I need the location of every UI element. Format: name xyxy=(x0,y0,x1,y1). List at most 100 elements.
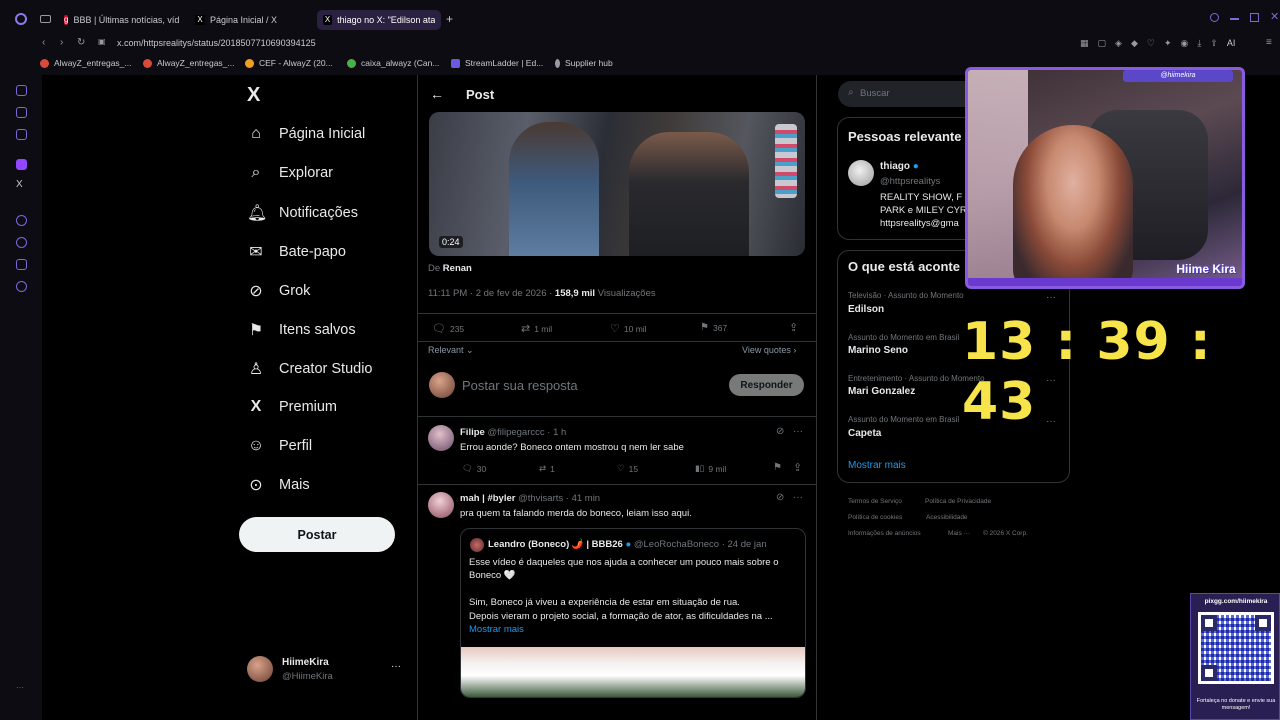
footer-link[interactable]: Política de Privacidade xyxy=(925,498,991,505)
share-icon[interactable]: ⇪ xyxy=(1210,38,1218,49)
more-options-icon[interactable]: ··· xyxy=(793,426,803,437)
shield-icon[interactable]: ◈ xyxy=(1115,38,1122,49)
person-avatar[interactable] xyxy=(848,160,874,186)
twitch-icon[interactable] xyxy=(16,159,27,170)
reply-input[interactable]: Postar sua resposta xyxy=(462,378,578,393)
nav-profile[interactable]: ☺ Perfil xyxy=(247,437,312,455)
views-action[interactable]: ▮▯ 9 mil xyxy=(695,463,726,474)
trend-name[interactable]: Mari Gonzalez xyxy=(848,386,915,397)
sidebar-more-icon[interactable]: ··· xyxy=(16,683,24,692)
maximize-icon[interactable] xyxy=(1250,13,1259,22)
share-icon[interactable]: ⇪ xyxy=(793,461,802,474)
post-video[interactable]: 0:24 xyxy=(429,112,805,256)
person-name[interactable]: thiago ● xyxy=(880,161,919,172)
nav-notifications[interactable]: 🔔︎ Notificações xyxy=(247,203,358,223)
heart-icon[interactable]: ♡ xyxy=(1147,38,1155,49)
quote-media[interactable] xyxy=(461,647,805,697)
bookmark-item[interactable]: AlwayZ_entregas_... xyxy=(143,58,234,68)
reply-action[interactable]: 🗨︎ 235 xyxy=(432,322,464,335)
tab-overview-icon[interactable] xyxy=(40,15,51,23)
footer-more[interactable]: Mais ··· xyxy=(948,530,970,537)
more-options-icon[interactable]: ··· xyxy=(793,492,803,503)
new-tab-button[interactable]: + xyxy=(446,12,453,26)
share-action[interactable]: ⇪ xyxy=(789,321,798,334)
footer-link[interactable]: Acessibilidade xyxy=(926,514,968,521)
grok-analyze-icon[interactable]: ⊘ xyxy=(776,492,784,503)
nav-creator-studio[interactable]: ♙ Creator Studio xyxy=(247,359,373,379)
bookmark-item[interactable]: caixa_alwayz (Can... xyxy=(347,58,439,68)
footer-link[interactable]: Política de cookies xyxy=(848,514,902,521)
nav-home[interactable]: ⌂ Página Inicial xyxy=(247,125,365,143)
nav-chat[interactable]: ✉ Bate-papo xyxy=(247,242,346,262)
reload-icon[interactable]: ↻ xyxy=(77,37,85,48)
from-name[interactable]: Renan xyxy=(443,263,472,274)
bookmark-item[interactable]: AlwayZ_entregas_... xyxy=(40,58,131,68)
close-icon[interactable]: ✕ xyxy=(1270,12,1279,23)
settings-icon[interactable] xyxy=(16,281,27,292)
account-avatar[interactable] xyxy=(247,656,273,682)
forward-icon[interactable]: › xyxy=(60,37,63,48)
reply-avatar[interactable] xyxy=(428,425,454,451)
sidebar-app-icon[interactable] xyxy=(16,85,27,96)
sidebar-app-icon[interactable] xyxy=(16,107,27,118)
sidebar-app-icon[interactable] xyxy=(16,259,27,270)
minimize-icon[interactable] xyxy=(1230,18,1239,20)
bookmark-item[interactable]: CEF - AlwayZ (20... xyxy=(245,58,333,68)
sidebar-app-icon[interactable] xyxy=(16,129,27,140)
reply-author[interactable]: Filipe xyxy=(460,427,485,438)
menu-icon[interactable]: ≡ xyxy=(1266,37,1272,48)
like-action[interactable]: ♡ 15 xyxy=(617,463,638,474)
account-more-icon[interactable]: ··· xyxy=(391,661,401,672)
tab-home-x[interactable]: X Página Inicial / X xyxy=(195,10,305,30)
trend-name[interactable]: Marino Seno xyxy=(848,345,908,356)
trends-show-more[interactable]: Mostrar mais xyxy=(848,460,906,471)
post-button[interactable]: Postar xyxy=(239,517,395,552)
search-icon[interactable] xyxy=(1210,13,1219,22)
browser-logo-icon[interactable] xyxy=(15,13,27,25)
post-timestamp[interactable]: 11:11 PM · 2 de fev de 2026 · xyxy=(428,288,555,299)
download-icon[interactable]: ⤓ xyxy=(1197,38,1201,49)
puzzle-icon[interactable]: ✦ xyxy=(1164,38,1172,49)
sidebar-app-icon[interactable] xyxy=(16,215,27,226)
repost-action[interactable]: ⇄ 1 mil xyxy=(521,322,552,335)
view-quotes-link[interactable]: View quotes › xyxy=(742,345,796,355)
bookmark-item[interactable]: Supplier hub xyxy=(555,58,613,68)
quoted-post[interactable]: Leandro (Boneco) 🌶️ | BBB26 ● @LeoRochaB… xyxy=(460,528,806,698)
back-icon[interactable]: ‹ xyxy=(42,37,45,48)
nav-more[interactable]: ⊙ Mais xyxy=(247,475,309,495)
bookmark-item[interactable]: StreamLadder | Ed... xyxy=(451,58,543,68)
footer-link[interactable]: Termos de Serviço xyxy=(848,498,902,505)
trend-name[interactable]: Edilson xyxy=(848,304,884,315)
back-arrow-icon[interactable]: ← xyxy=(430,86,444,102)
grok-analyze-icon[interactable]: ⊘ xyxy=(776,426,784,437)
like-action[interactable]: ♡ 10 mil xyxy=(610,322,647,335)
nav-explore[interactable]: ⌕ Explorar xyxy=(247,164,333,182)
tab-active-post[interactable]: X thiago no X: "Edilson ataca xyxy=(317,10,441,30)
nav-bookmarks[interactable]: ⚑ Itens salvos xyxy=(247,320,356,340)
sort-relevant[interactable]: Relevant ⌄ xyxy=(428,345,474,356)
history-icon[interactable] xyxy=(16,237,27,248)
ai-label[interactable]: AI xyxy=(1227,38,1236,49)
bookmark-icon[interactable]: ⚑ xyxy=(773,462,782,473)
bookmark-action[interactable]: ⚑ 367 xyxy=(700,322,727,333)
quote-show-more[interactable]: Mostrar mais xyxy=(469,624,524,635)
footer-link[interactable]: Informações de anúncios xyxy=(848,530,921,537)
profile-icon[interactable]: ◉ xyxy=(1181,38,1189,49)
account-name[interactable]: HiimeKira xyxy=(282,657,329,668)
repost-action[interactable]: ⇄ 1 xyxy=(539,463,555,474)
url-text[interactable]: x.com/httpsrealitys/status/2018507710690… xyxy=(117,38,316,48)
reply-action[interactable]: 🗨︎ 30 xyxy=(462,463,486,474)
x-app-icon[interactable]: X xyxy=(16,179,23,190)
extension-icon[interactable]: ▢ xyxy=(1098,38,1107,49)
tab-bbb[interactable]: g BBB | Últimas notícias, víd xyxy=(64,10,179,30)
trend-name[interactable]: Capeta xyxy=(848,428,881,439)
cube-icon[interactable]: ◆ xyxy=(1131,38,1138,49)
reply-avatar[interactable] xyxy=(428,492,454,518)
nav-grok[interactable]: ⊘ Grok xyxy=(247,281,310,301)
reply-author[interactable]: mah | #byler xyxy=(460,493,515,504)
trend-more-icon[interactable]: ··· xyxy=(1046,292,1056,303)
extension-icon[interactable]: ▦ xyxy=(1080,38,1089,49)
nav-premium[interactable]: X Premium xyxy=(247,398,337,416)
x-logo[interactable]: X xyxy=(247,84,260,107)
reply-button[interactable]: Responder xyxy=(729,374,804,396)
